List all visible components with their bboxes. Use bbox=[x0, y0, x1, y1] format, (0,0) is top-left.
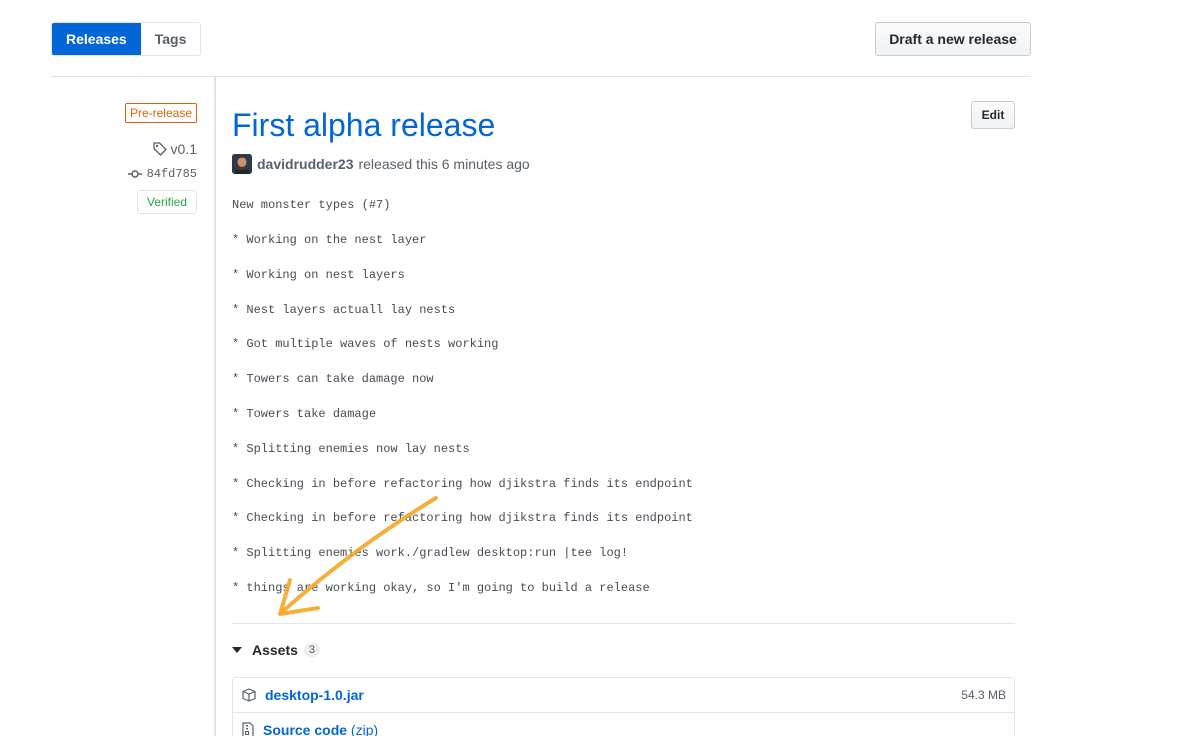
release-note-line: * Splitting enemies now lay nests bbox=[232, 442, 470, 456]
release-note-line: New monster types (#7) bbox=[232, 198, 391, 212]
release-tabs: Releases Tags bbox=[51, 22, 202, 56]
release-note-line: * Got multiple waves of nests working bbox=[232, 337, 499, 351]
avatar[interactable] bbox=[232, 154, 252, 174]
list-item: Source code (zip) bbox=[233, 712, 1014, 736]
release-note-line: * Towers take damage bbox=[232, 407, 377, 421]
package-icon bbox=[242, 688, 256, 702]
asset-download-link[interactable]: desktop-1.0.jar bbox=[265, 687, 364, 703]
timeline-line bbox=[214, 76, 216, 736]
edit-button[interactable]: Edit bbox=[971, 101, 1015, 129]
tag-link[interactable]: v0.1 bbox=[152, 140, 197, 158]
git-commit-icon bbox=[127, 170, 142, 178]
commit-sha: 84fd785 bbox=[146, 167, 197, 181]
commit-link[interactable]: 84fd785 bbox=[127, 166, 197, 182]
list-item: desktop-1.0.jar 54.3 MB bbox=[233, 678, 1014, 712]
assets-label: Assets bbox=[252, 642, 298, 658]
release-title[interactable]: First alpha release bbox=[232, 104, 495, 146]
tag-name: v0.1 bbox=[170, 141, 197, 157]
tab-releases[interactable]: Releases bbox=[52, 23, 141, 55]
verified-badge[interactable]: Verified bbox=[136, 190, 197, 214]
divider bbox=[51, 76, 1031, 77]
release-byline: davidrudder23 released this 6 minutes ag… bbox=[232, 154, 530, 174]
tab-tags[interactable]: Tags bbox=[140, 23, 201, 55]
tag-icon bbox=[152, 142, 167, 156]
source-code-zip-link[interactable]: Source code (zip) bbox=[263, 722, 378, 736]
file-zip-icon bbox=[242, 721, 254, 736]
assets-count: 3 bbox=[303, 643, 321, 657]
release-note-line: * Checking in before refactoring how dji… bbox=[232, 511, 693, 525]
asset-size: 54.3 MB bbox=[961, 688, 1006, 702]
release-note-line: * things are working okay, so I'm going … bbox=[232, 581, 650, 595]
release-note-line: * Checking in before refactoring how dji… bbox=[232, 477, 693, 491]
release-note-line: * Working on the nest layer bbox=[232, 233, 427, 247]
prerelease-badge: Pre-release bbox=[124, 103, 197, 123]
assets-list: desktop-1.0.jar 54.3 MB Source code (zip… bbox=[232, 677, 1015, 736]
assets-toggle[interactable]: Assets 3 bbox=[232, 640, 321, 660]
draft-release-button[interactable]: Draft a new release bbox=[875, 22, 1031, 56]
released-time: released this 6 minutes ago bbox=[358, 156, 530, 172]
release-note-line: * Working on nest layers bbox=[232, 268, 405, 282]
release-note-line: * Towers can take damage now bbox=[232, 372, 434, 386]
divider bbox=[232, 623, 1015, 624]
source-code-label: Source code bbox=[263, 721, 348, 736]
release-note-line: * Nest layers actuall lay nests bbox=[232, 303, 456, 317]
release-note-line: * Splitting enemies work./gradlew deskto… bbox=[232, 546, 629, 560]
triangle-down-icon bbox=[232, 647, 242, 653]
source-code-format: (zip) bbox=[350, 721, 379, 736]
author-link[interactable]: davidrudder23 bbox=[257, 156, 353, 172]
